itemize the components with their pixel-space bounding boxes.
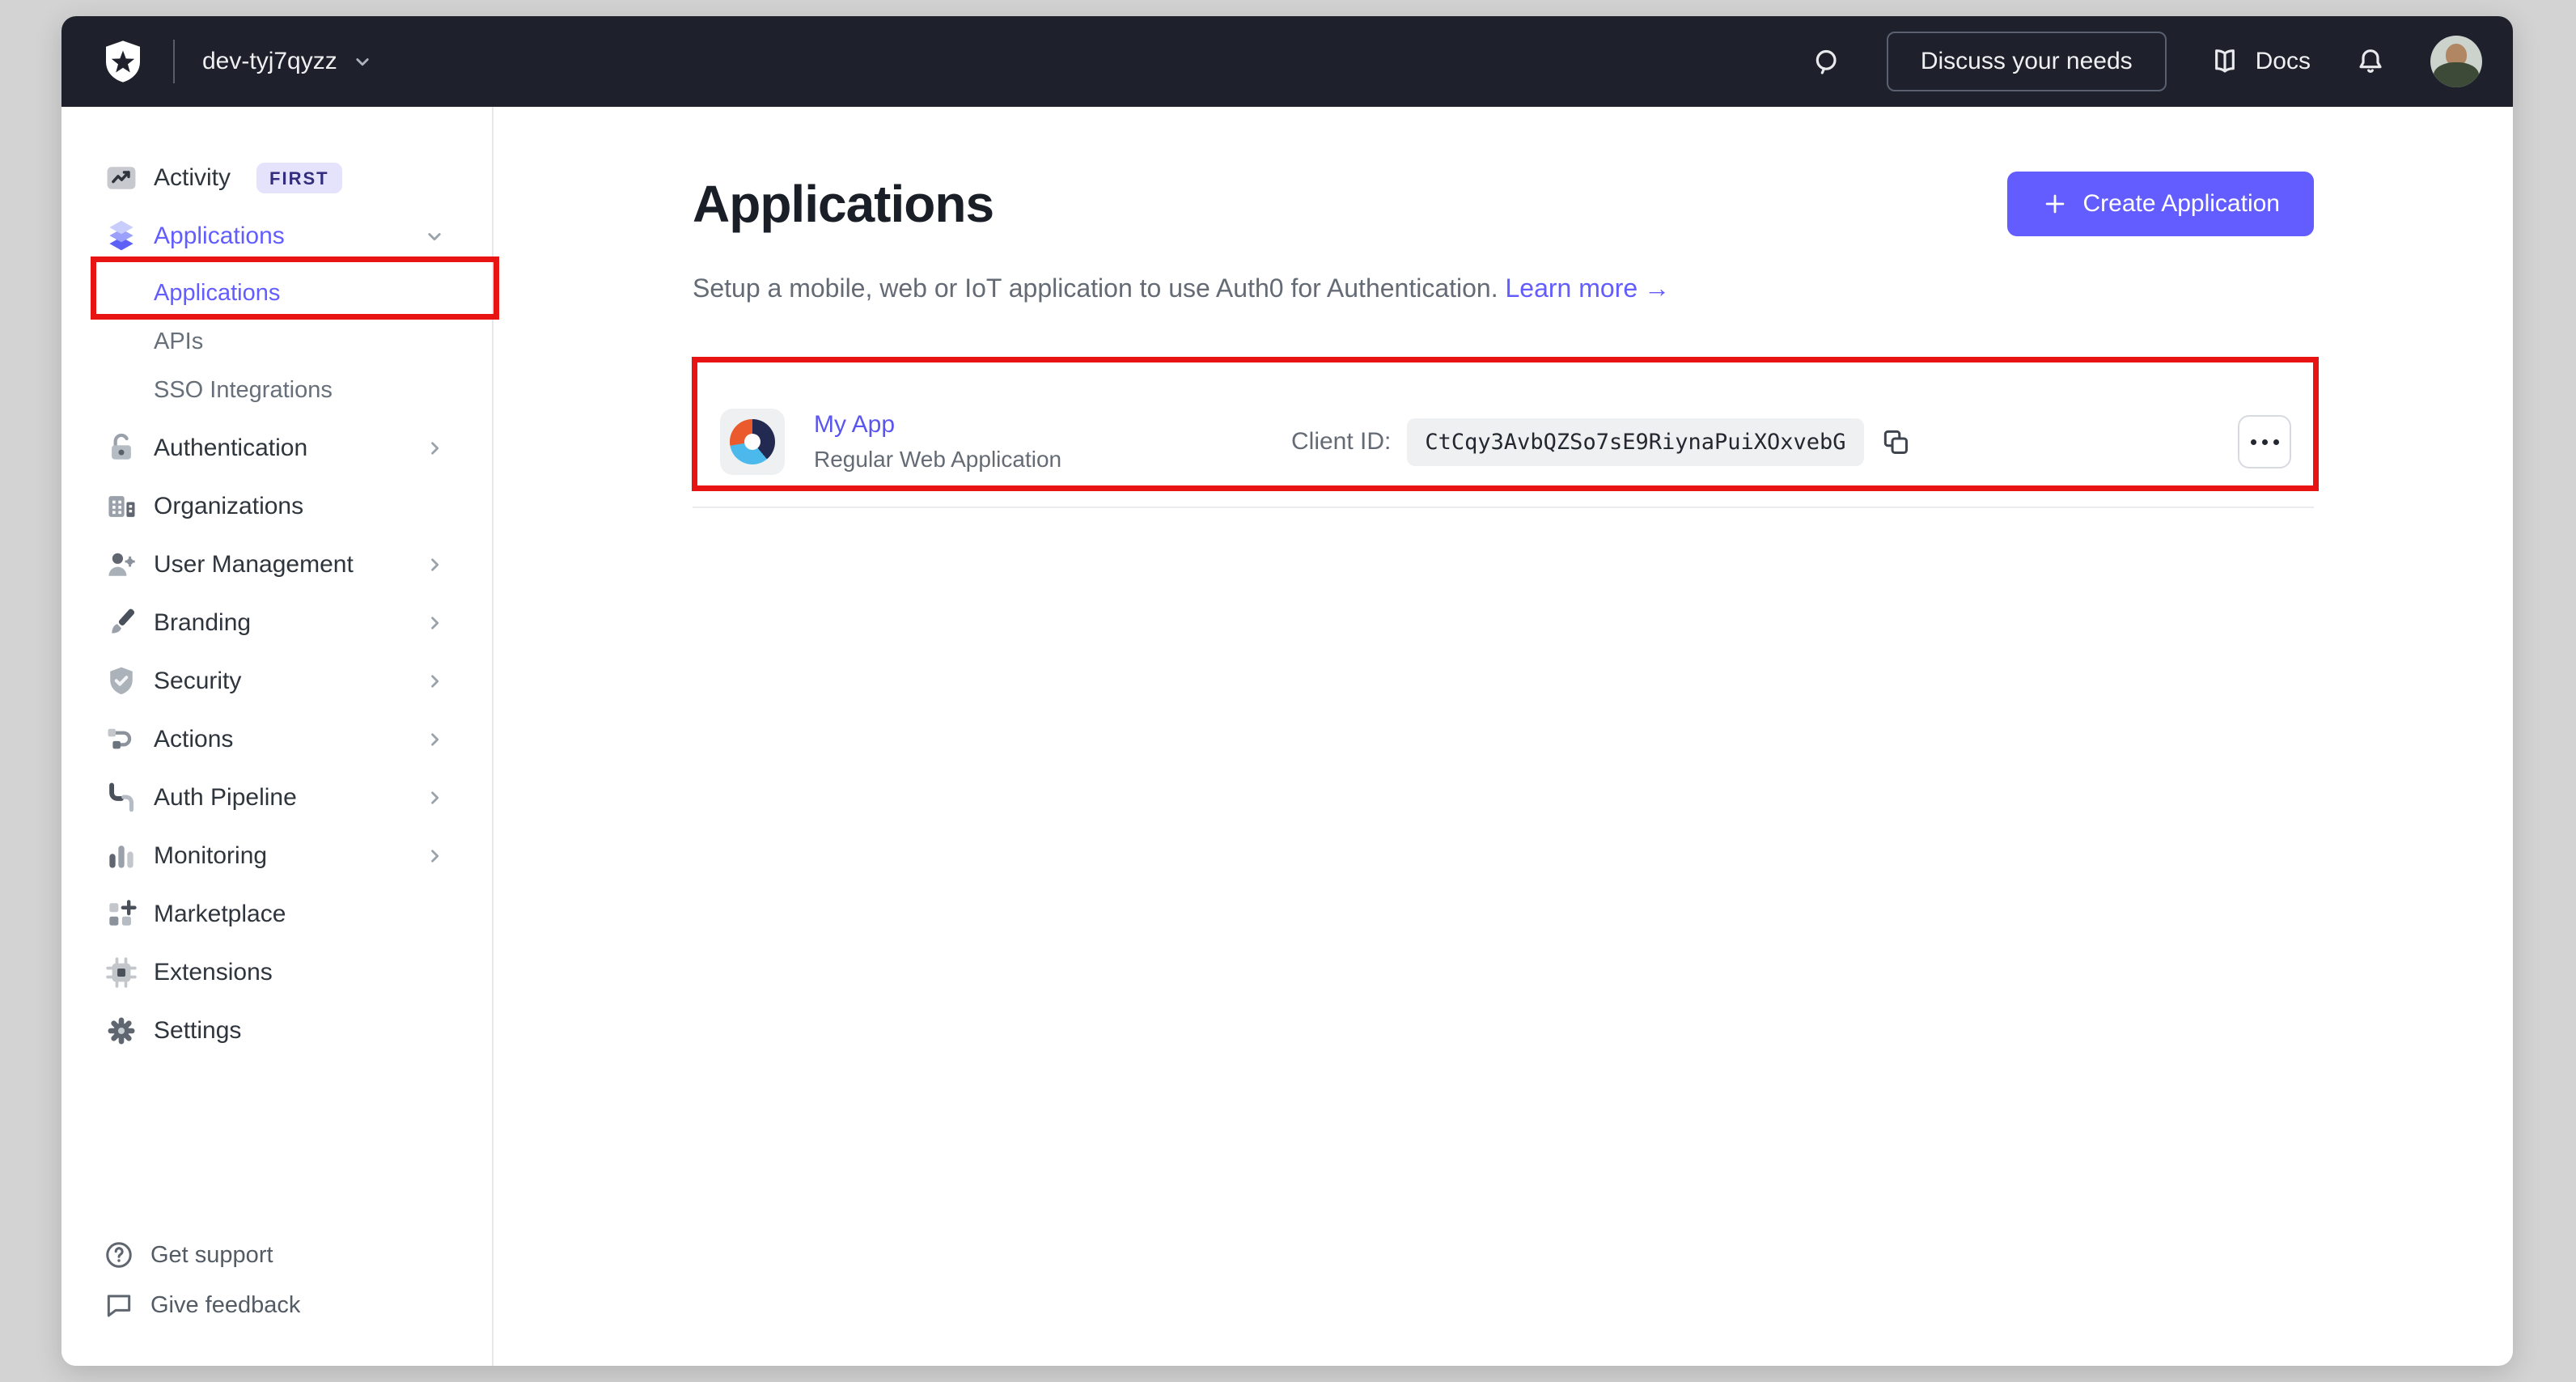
pipeline-icon xyxy=(104,780,139,816)
sub-item-label: SSO Integrations xyxy=(154,376,333,403)
first-badge: FIRST xyxy=(256,163,342,193)
user-avatar[interactable] xyxy=(2430,36,2482,87)
learn-more-link[interactable]: Learn more xyxy=(1506,273,1638,303)
sidebar-item-label: Settings xyxy=(154,1017,242,1044)
give-feedback-link[interactable]: Give feedback xyxy=(61,1280,492,1330)
discuss-your-needs-button[interactable]: Discuss your needs xyxy=(1886,32,2167,91)
client-id-group: Client ID: CtCqy3AvbQZSo7sE9RiynaPuiXOxv… xyxy=(1291,418,1911,466)
sidebar-item-activity[interactable]: Activity FIRST xyxy=(61,149,492,207)
grid-plus-icon xyxy=(104,897,139,932)
get-support-link[interactable]: Get support xyxy=(61,1230,492,1280)
chevron-right-icon xyxy=(422,786,447,810)
sidebar-item-sso-integrations[interactable]: SSO Integrations xyxy=(61,366,492,414)
sidebar-item-auth-pipeline[interactable]: Auth Pipeline xyxy=(61,769,492,827)
chevron-down-icon xyxy=(356,58,369,66)
sidebar-item-label: Actions xyxy=(154,726,234,752)
sidebar-footer: Get support Give feedback xyxy=(61,1230,492,1330)
chevron-down-icon xyxy=(422,224,447,248)
page-title: Applications xyxy=(693,175,994,233)
chevron-right-icon xyxy=(422,611,447,635)
chip-icon xyxy=(104,955,139,990)
flow-icon xyxy=(104,722,139,757)
chevron-right-icon xyxy=(422,727,447,752)
chevron-right-icon xyxy=(422,553,447,577)
create-application-button[interactable]: Create Application xyxy=(2006,172,2314,236)
arrow-right-icon: → xyxy=(1644,273,1671,303)
sidebar-item-marketplace[interactable]: Marketplace xyxy=(61,885,492,943)
search-icon[interactable] xyxy=(1809,44,1845,79)
get-support-label: Get support xyxy=(150,1241,273,1268)
client-id-label: Client ID: xyxy=(1291,428,1392,455)
sidebar-item-actions[interactable]: Actions xyxy=(61,710,492,769)
sidebar-item-applications[interactable]: Applications xyxy=(61,207,492,265)
sidebar-item-authentication[interactable]: Authentication xyxy=(61,419,492,477)
sidebar-item-label: Organizations xyxy=(154,493,304,519)
paintbrush-icon xyxy=(104,605,139,641)
row-actions-menu-button[interactable] xyxy=(2238,415,2291,468)
user-gear-icon xyxy=(104,547,139,583)
applications-submenu: Applications APIs SSO Integrations xyxy=(61,269,492,414)
shield-check-icon xyxy=(104,663,139,699)
plus-icon xyxy=(2045,194,2064,214)
application-logo-tile xyxy=(720,409,785,475)
docs-label: Docs xyxy=(2255,48,2311,74)
tenant-name: dev-tyj7qyzz xyxy=(202,48,337,74)
sidebar-item-branding[interactable]: Branding xyxy=(61,594,492,652)
client-id-value: CtCqy3AvbQZSo7sE9RiynaPuiXOxvebG xyxy=(1407,418,1864,466)
notifications-bell-icon[interactable] xyxy=(2353,44,2388,79)
sidebar-item-label: Security xyxy=(154,668,242,694)
sidebar-item-security[interactable]: Security xyxy=(61,652,492,710)
ellipsis-icon xyxy=(2250,439,2256,445)
bar-chart-icon xyxy=(104,838,139,874)
building-icon xyxy=(104,489,139,524)
sidebar-item-label: Marketplace xyxy=(154,901,286,927)
sidebar-item-label: Authentication xyxy=(154,435,308,461)
application-type-label: Regular Web Application xyxy=(814,447,1062,472)
chevron-right-icon xyxy=(422,436,447,460)
sidebar-item-label: Monitoring xyxy=(154,842,268,869)
sidebar-item-user-management[interactable]: User Management xyxy=(61,536,492,594)
auth0-logo-icon xyxy=(100,39,146,84)
activity-chart-icon xyxy=(104,160,139,196)
sidebar-item-monitoring[interactable]: Monitoring xyxy=(61,827,492,885)
sidebar-item-label: Auth Pipeline xyxy=(154,784,297,811)
sidebar-item-apis[interactable]: APIs xyxy=(61,317,492,366)
page-description: Setup a mobile, web or IoT application t… xyxy=(693,270,2314,306)
application-name-link[interactable]: My App xyxy=(814,411,1089,439)
application-row[interactable]: My App Regular Web Application Client ID… xyxy=(693,377,2314,508)
speech-bubble-icon xyxy=(107,1295,131,1317)
docs-link[interactable]: Docs xyxy=(2209,45,2311,78)
sidebar-item-extensions[interactable]: Extensions xyxy=(61,943,492,1002)
sub-item-label: APIs xyxy=(154,328,204,354)
gear-icon xyxy=(104,1013,139,1049)
chevron-right-icon xyxy=(422,669,447,693)
sidebar: Activity FIRST Applications Applications… xyxy=(61,107,494,1366)
give-feedback-label: Give feedback xyxy=(150,1291,301,1318)
sub-item-label: Applications xyxy=(154,279,281,306)
sidebar-item-label: User Management xyxy=(154,551,354,578)
sidebar-item-settings[interactable]: Settings xyxy=(61,1002,492,1060)
sidebar-item-label: Applications xyxy=(154,223,285,249)
sidebar-item-label: Activity xyxy=(154,164,231,191)
copy-icon[interactable] xyxy=(1880,426,1911,457)
description-text: Setup a mobile, web or IoT application t… xyxy=(693,273,1498,303)
lock-icon xyxy=(104,430,139,466)
sidebar-item-label: Branding xyxy=(154,609,252,636)
sidebar-item-applications-list[interactable]: Applications xyxy=(61,269,492,317)
application-logo-icon xyxy=(730,419,775,464)
top-navigation-bar: dev-tyj7qyzz Discuss your needs Docs xyxy=(61,16,2513,107)
auth0-dashboard-window: dev-tyj7qyzz Discuss your needs Docs Act… xyxy=(61,16,2513,1366)
layers-icon xyxy=(104,218,139,254)
sidebar-item-label: Extensions xyxy=(154,959,273,986)
book-icon xyxy=(2214,49,2235,73)
main-content: Applications Create Application Setup a … xyxy=(494,107,2513,1366)
topbar-divider xyxy=(173,40,175,83)
chevron-right-icon xyxy=(422,844,447,868)
sidebar-item-organizations[interactable]: Organizations xyxy=(61,477,492,536)
create-application-label: Create Application xyxy=(2082,190,2281,217)
tenant-switcher[interactable]: dev-tyj7qyzz xyxy=(202,48,375,75)
help-circle-icon xyxy=(106,1242,132,1268)
